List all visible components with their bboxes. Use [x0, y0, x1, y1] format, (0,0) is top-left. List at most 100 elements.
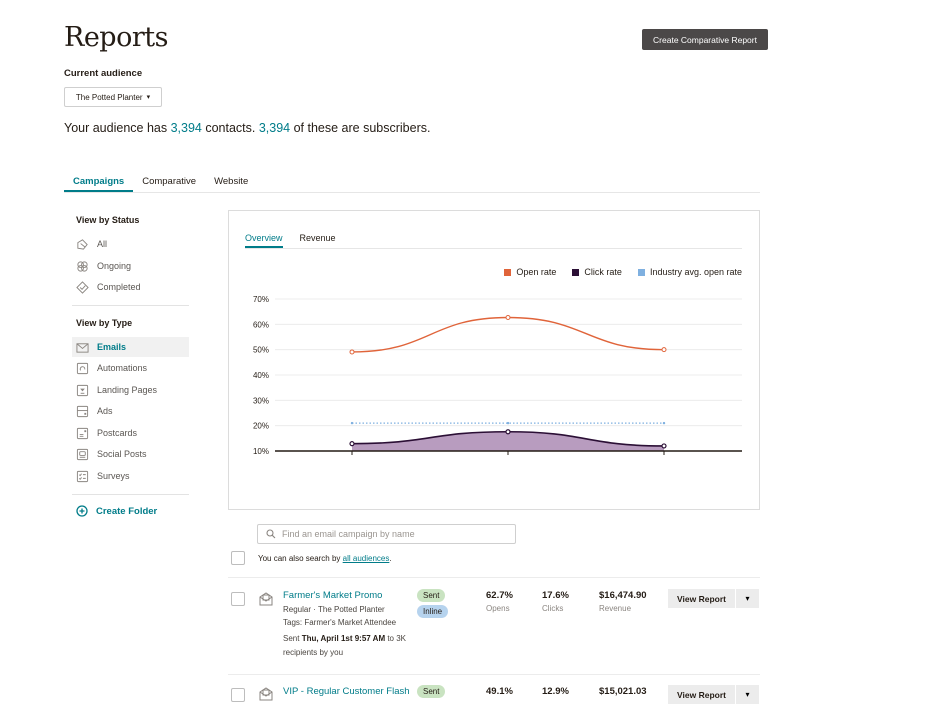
y-tick-label: 50% — [253, 346, 269, 355]
sidebar-item-label: Emails — [97, 342, 127, 352]
subscribers-count: 3,394 — [258, 121, 291, 135]
postcard-icon — [76, 427, 89, 439]
y-tick-label: 30% — [253, 396, 269, 405]
campaign-checkbox[interactable] — [231, 592, 245, 606]
open-rate-line — [351, 316, 665, 353]
click-rate-point — [661, 443, 667, 449]
chevron-down-icon: ▾ — [745, 690, 750, 699]
industry-avg-point — [662, 421, 666, 425]
sidebar-item-ads[interactable]: Ads — [72, 401, 189, 421]
campaign-sent-info: Sent Thu, April 1st 9:57 AM to 3K — [283, 634, 406, 643]
y-tick-label: 20% — [253, 422, 269, 431]
campaign-title[interactable]: VIP - Regular Customer Flash — [283, 686, 410, 697]
tab-website[interactable]: Website — [205, 176, 257, 192]
sent-date: Thu, April 1st 9:57 AM — [301, 634, 386, 643]
ongoing-icon — [77, 260, 88, 272]
view-report-button[interactable]: View Report — [668, 589, 735, 608]
sidebar-item-social-posts[interactable]: Social Posts — [72, 444, 189, 464]
audience-select[interactable]: The Potted Planter ▾ — [64, 87, 162, 107]
sidebar-item-completed[interactable]: Completed — [72, 277, 189, 297]
campaign-type: Regular · The Potted Planter — [283, 605, 385, 614]
summary-text: Your audience has — [64, 121, 171, 135]
opens-label: Opens — [486, 604, 510, 613]
y-tick-label: 10% — [253, 447, 269, 456]
sidebar-item-surveys[interactable]: Surveys — [72, 466, 189, 486]
sidebar-item-ongoing[interactable]: Ongoing — [72, 256, 189, 276]
status-badge-sent: Sent — [417, 685, 446, 698]
tab-campaigns[interactable]: Campaigns — [64, 176, 134, 192]
sidebar-divider — [72, 494, 189, 495]
y-tick-label: 60% — [253, 320, 269, 329]
tab-comparative[interactable]: Comparative — [133, 176, 205, 192]
all-audiences-link[interactable]: all audiences — [343, 554, 390, 563]
campaign-tags: Tags: Farmer's Market Attendee — [283, 618, 397, 627]
clicks-value: 12.9% — [542, 686, 569, 697]
completed-icon — [76, 280, 89, 294]
view-by-type-heading: View by Type — [76, 318, 133, 328]
sidebar-item-label: Social Posts — [97, 449, 147, 459]
email-campaign-icon — [259, 687, 273, 701]
also-search-text: You can also search by all audiences. — [258, 554, 392, 563]
create-folder-button[interactable]: Create Folder — [76, 505, 157, 517]
chart-plot: 10% 20% 30% 40% 50% 60% 70% — [253, 295, 742, 456]
view-report-dropdown[interactable]: ▾ — [735, 685, 759, 704]
survey-icon — [76, 470, 89, 482]
campaign-sent-recipients: recipients by you — [283, 648, 344, 657]
opens-value: 49.1% — [486, 686, 513, 697]
open-rate-point — [349, 349, 355, 355]
summary-text: contacts. — [201, 121, 259, 135]
sidebar-item-label: Ongoing — [97, 261, 132, 271]
search-input[interactable] — [282, 529, 502, 539]
industry-avg-point — [350, 421, 354, 425]
open-rate-point — [661, 347, 667, 353]
also-search-suffix: . — [389, 554, 392, 563]
audience-select-value: The Potted Planter — [75, 92, 143, 102]
view-report-button[interactable]: View Report — [668, 685, 735, 704]
search-icon — [266, 529, 276, 539]
status-badge-sent: Sent — [417, 589, 446, 602]
sidebar-item-label: All — [97, 239, 108, 249]
view-by-status-heading: View by Status — [76, 215, 140, 225]
sidebar-item-label: Ads — [97, 406, 113, 416]
select-all-checkbox[interactable] — [231, 551, 245, 565]
email-campaign-icon — [259, 592, 273, 606]
revenue-label: Revenue — [599, 604, 632, 613]
sidebar-item-label: Landing Pages — [97, 385, 158, 395]
chart-card: Overview Revenue Open rate Click rate In… — [228, 210, 760, 510]
sidebar-item-landing-pages[interactable]: Landing Pages — [72, 380, 189, 400]
sidebar-item-label: Postcards — [97, 428, 138, 438]
create-comparative-report-button[interactable]: Create Comparative Report — [642, 29, 768, 50]
industry-avg-point — [506, 421, 510, 425]
chevron-down-icon: ▾ — [745, 594, 750, 603]
sidebar-item-postcards[interactable]: Postcards — [72, 423, 189, 443]
sidebar-item-emails[interactable]: Emails — [72, 337, 189, 357]
automation-icon — [76, 362, 89, 374]
campaign-checkbox[interactable] — [231, 688, 245, 702]
sidebar-divider — [72, 305, 189, 306]
sidebar-item-automations[interactable]: Automations — [72, 358, 189, 378]
current-audience-label: Current audience — [64, 68, 143, 79]
sidebar-item-all[interactable]: All — [72, 234, 189, 254]
view-report-dropdown[interactable]: ▾ — [735, 589, 759, 608]
sidebar-item-label: Surveys — [97, 471, 130, 481]
chevron-down-icon: ▾ — [146, 94, 151, 101]
sidebar-item-label: Automations — [97, 363, 148, 373]
create-folder-label: Create Folder — [96, 505, 158, 517]
landing-page-icon — [76, 384, 89, 396]
opens-value: 62.7% — [486, 590, 513, 601]
social-post-icon — [76, 448, 89, 460]
summary-text: of these are subscribers. — [290, 121, 431, 135]
open-rate-point — [505, 314, 511, 320]
contacts-count: 3,394 — [170, 121, 202, 135]
click-rate-point — [505, 429, 511, 435]
click-rate-point — [349, 441, 355, 447]
sent-prefix: Sent — [283, 634, 302, 643]
sent-suffix: to 3K — [385, 634, 407, 643]
revenue-value: $16,474.90 — [599, 590, 647, 601]
sidebar-item-label: Completed — [97, 282, 141, 292]
campaign-search — [257, 524, 516, 544]
status-badge-inline: Inline — [417, 605, 449, 618]
campaign-title[interactable]: Farmer's Market Promo — [283, 590, 382, 601]
page-title: Reports — [64, 22, 168, 53]
all-icon — [77, 238, 88, 250]
